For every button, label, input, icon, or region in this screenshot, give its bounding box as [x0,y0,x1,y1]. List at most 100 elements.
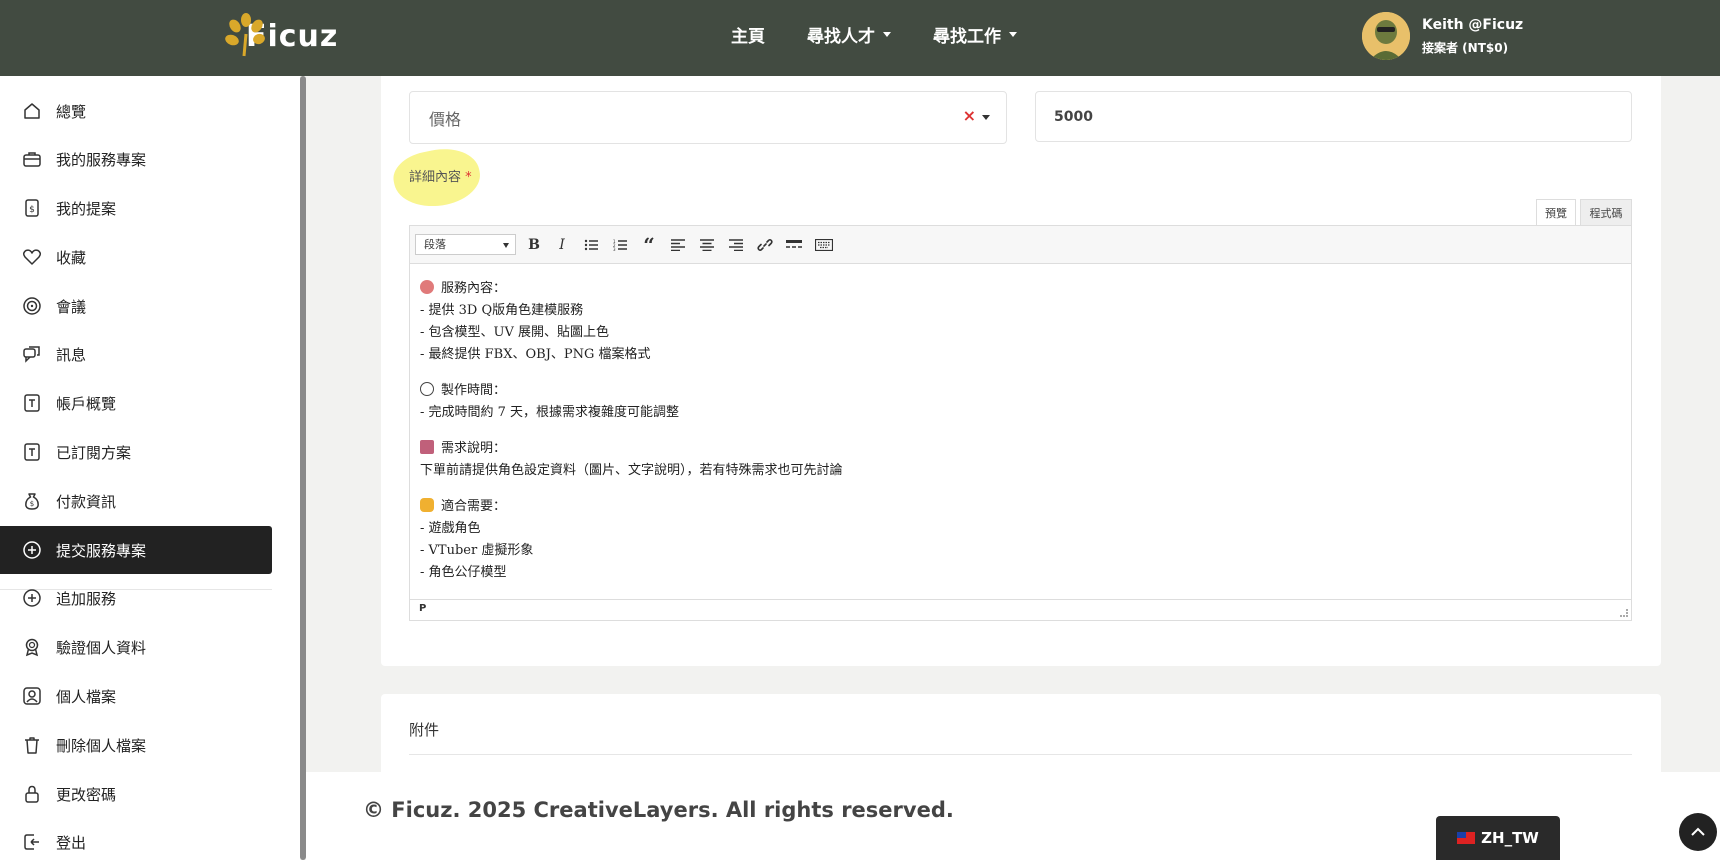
sidebar-item-label: 已訂閱方案 [56,443,132,462]
briefcase-icon [22,149,42,169]
sidebar-item-label: 付款資訊 [56,492,117,511]
content-heading: 製作時間： [420,380,843,402]
attachments-divider [409,754,1632,755]
clear-icon[interactable]: × [963,106,976,125]
italic-icon[interactable]: I [552,235,572,255]
content-heading: 服務內容： [420,278,843,300]
bullet-list-icon[interactable] [581,235,601,255]
inbox-icon [420,440,434,454]
scroll-to-top-button[interactable] [1679,813,1717,851]
bold-icon[interactable]: B [524,235,544,255]
content-heading: 需求說明： [420,438,843,460]
heart-icon [22,247,42,267]
tab-code-label: 程式碼 [1589,206,1623,220]
nav-find-work-label: 尋找工作 [933,27,1001,47]
nav-find-talent-label: 尋找人才 [807,27,875,47]
sidebar-item-profile[interactable]: 個人檔案 [0,672,272,720]
palette-icon [420,280,434,294]
editor-content[interactable]: 服務內容： - 提供 3D Q版角色建模服務 - 包含模型、UV 展開、貼圖上色… [420,278,843,598]
tab-preview[interactable]: 預覽 [1536,199,1576,225]
nav-find-talent[interactable]: 尋找人才 [807,22,891,47]
plus-circle-icon [22,540,42,560]
sidebar-item-label: 總覽 [56,102,87,121]
element-path: P [419,603,427,614]
brand-logo[interactable]: Ficuz [224,12,338,60]
sidebar-item-label: 收藏 [56,248,87,267]
sidebar-item-account-overview[interactable]: 帳戶概覽 [0,379,272,427]
target-icon [22,296,42,316]
sidebar-item-my-proposals[interactable]: $ 我的提案 [0,184,272,232]
content-section: 服務內容： - 提供 3D Q版角色建模服務 - 包含模型、UV 展開、貼圖上色… [420,278,843,366]
price-field[interactable] [1036,92,1631,141]
sidebar-item-delete-profile[interactable]: 刪除個人檔案 [0,721,272,769]
avatar[interactable] [1362,12,1410,60]
content-line: - 提供 3D Q版角色建模服務 [420,303,584,318]
chevron-up-icon [1691,827,1705,836]
paragraph-format-select[interactable]: 段落 [415,234,516,255]
numbered-list-icon[interactable]: 123 [610,235,630,255]
link-icon[interactable] [755,235,775,255]
sidebar-item-label: 我的提案 [56,199,117,218]
money-bag-icon: $ [22,491,42,511]
user-menu[interactable]: Keith @Ficuz 接案者 (NT$0) [1362,12,1523,60]
align-right-icon[interactable] [726,235,746,255]
nav-home[interactable]: 主頁 [731,22,765,47]
sidebar-item-verify-profile[interactable]: 驗證個人資料 [0,623,272,671]
keyboard-icon[interactable] [814,235,834,255]
badge-icon [22,637,42,657]
content-section: 適合需要： - 遊戲角色 - VTuber 虛擬形象 - 角色公仔模型 [420,496,843,584]
svg-text:$: $ [29,205,35,215]
flag-icon [1457,832,1476,844]
sidebar-item-my-services[interactable]: 我的服務專案 [0,135,272,183]
ficus-tree-icon [225,13,265,57]
sidebar-item-logout[interactable]: 登出 [0,818,272,860]
paragraph-format-value: 段落 [424,238,446,251]
sidebar-item-change-password[interactable]: 更改密碼 [0,770,272,818]
sidebar-item-payment-info[interactable]: $ 付款資訊 [0,477,272,525]
plan-icon [22,442,42,462]
nav-home-label: 主頁 [731,27,765,47]
account-icon [22,393,42,413]
user-role: 接案者 (NT$0) [1422,40,1509,55]
content-section: 需求說明： 下單前請提供角色設定資料（圖片、文字說明），若有特殊需求也可先討論 [420,438,843,482]
sidebar-item-meetings[interactable]: 會議 [0,282,272,330]
tab-code[interactable]: 程式碼 [1580,199,1632,225]
sidebar-item-label: 個人檔案 [56,687,117,706]
tab-preview-label: 預覽 [1545,206,1567,220]
align-left-icon[interactable] [668,235,688,255]
editor-toolbar: 段落 B I 123 “ [410,226,1631,264]
sidebar-item-subscribed-plans[interactable]: 已訂閱方案 [0,428,272,476]
sidebar-scrollbar[interactable] [300,76,306,860]
nav-find-work[interactable]: 尋找工作 [933,22,1017,47]
sidebar-item-overview[interactable]: 總覽 [0,87,272,135]
horizontal-rule-icon[interactable] [784,235,804,255]
required-mark: * [465,170,472,185]
sidebar-item-messages[interactable]: 訊息 [0,330,272,378]
sidebar-item-label: 提交服務專案 [56,541,147,560]
section-heading-text: 製作時間： [441,383,507,398]
avatar-image-icon [1362,12,1410,60]
quote-icon[interactable]: “ [639,233,659,257]
chevron-down-icon[interactable] [982,115,990,120]
sidebar-item-label: 更改密碼 [56,785,117,804]
sidebar-item-favorites[interactable]: 收藏 [0,233,272,281]
sidebar-item-add-on-service[interactable]: 追加服務 [0,574,272,622]
top-navbar: Ficuz 主頁 尋找人才 尋找工作 Keith @Ficuz 接案者 (NT$… [0,0,1720,76]
language-switcher[interactable]: ZH_TW [1436,816,1560,860]
dollar-file-icon: $ [22,198,42,218]
sidebar-item-submit-service[interactable]: 提交服務專案 [0,526,272,574]
detail-label: 詳細內容 * [409,166,472,185]
chevron-down-icon [883,32,891,37]
sidebar-item-label: 登出 [56,833,87,852]
section-heading-text: 服務內容： [441,281,507,296]
sidebar-item-label: 帳戶概覽 [56,394,117,413]
pricing-type-select[interactable]: 價格 × [409,91,1007,144]
align-center-icon[interactable] [697,235,717,255]
sidebar-item-label: 驗證個人資料 [56,638,147,657]
sidebar-item-label: 追加服務 [56,589,117,608]
resize-handle-icon[interactable] [1620,609,1628,617]
copyright-text: © Ficuz. 2025 CreativeLayers. All rights… [363,798,954,822]
price-input[interactable] [1035,91,1632,142]
sidebar-item-label: 會議 [56,297,87,316]
rich-text-editor[interactable]: 段落 B I 123 “ 服務內容： - 提供 3D Q版角色建模服務 - 包含… [409,225,1632,621]
